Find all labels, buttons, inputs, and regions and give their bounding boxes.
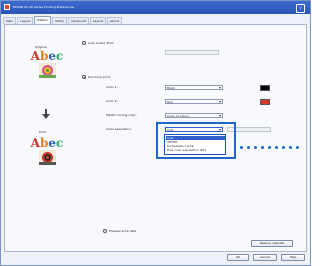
original-sample-text: Abec [30,49,64,63]
auto-color-label: Auto Colour Print [88,41,114,45]
flower-icon [38,150,56,165]
duotone-radio[interactable] [82,75,86,79]
color1-swatch[interactable] [260,85,270,91]
tab-about[interactable]: About [107,17,122,24]
dropdown-arrow-icon [219,115,221,117]
preview-print-label: Preview print data [109,229,137,233]
callout-dot [261,146,264,149]
callout-dot [275,146,278,149]
help-button[interactable]: Help [281,254,305,261]
down-arrow-icon [42,109,50,119]
dropdown-arrow-icon [219,87,221,89]
print-preview: Abec [27,137,67,166]
tab-utility[interactable]: Utility [52,17,67,24]
printer-icon [4,4,10,10]
color1-select[interactable]: Black [165,85,223,90]
separation-label: Color separation: [106,127,132,131]
master-color-label: Master mixing color: [106,113,137,117]
print-preferences-dialog: EPSON SC-P6 Series Printing Preferences … [0,0,311,266]
tab-pattern[interactable]: Pattern [34,16,52,24]
tab-layout-2[interactable]: Layout [89,17,107,24]
auto-color-select[interactable] [165,50,219,55]
flower-icon [38,63,56,78]
print-sample-text: Abec [30,136,64,150]
callout-dot [254,146,257,149]
title-bar: EPSON SC-P6 Series Printing Preferences … [1,1,310,14]
tab-layout[interactable]: Layout [17,17,34,24]
ok-button[interactable]: OK [227,254,249,261]
callout-dot [268,146,271,149]
tab-advanced[interactable]: Advanced [68,17,89,24]
preview-print-checkbox[interactable] [103,229,107,233]
duotone-label: Duo-tone print [88,75,110,79]
auto-color-radio[interactable] [82,41,86,45]
window-title: EPSON SC-P6 Series Printing Preferences [13,5,75,9]
original-preview: Abec [27,50,67,79]
cancel-button[interactable]: Cancel [253,254,277,261]
callout-dot [247,146,250,149]
callout-dot [296,146,299,149]
callout-dot [282,146,285,149]
help-icon[interactable]: ? [296,4,305,13]
restore-defaults-button[interactable]: Restore defaults [251,240,293,247]
tab-bar: Main Layout Pattern Utility Advanced Layout Ab… [3,16,123,24]
highlight-box [156,122,236,159]
print-label: Print [39,130,46,134]
dropdown-arrow-icon [219,101,221,103]
color2-label: Color 2: [106,99,118,103]
color1-label: Color 1: [106,85,118,89]
color2-swatch[interactable] [260,99,270,105]
master-color-select[interactable]: Color of Colour [165,113,223,118]
callout-dot [240,146,243,149]
callout-dot [289,146,292,149]
color2-select[interactable]: Red [165,99,223,104]
tab-main[interactable]: Main [3,17,17,24]
